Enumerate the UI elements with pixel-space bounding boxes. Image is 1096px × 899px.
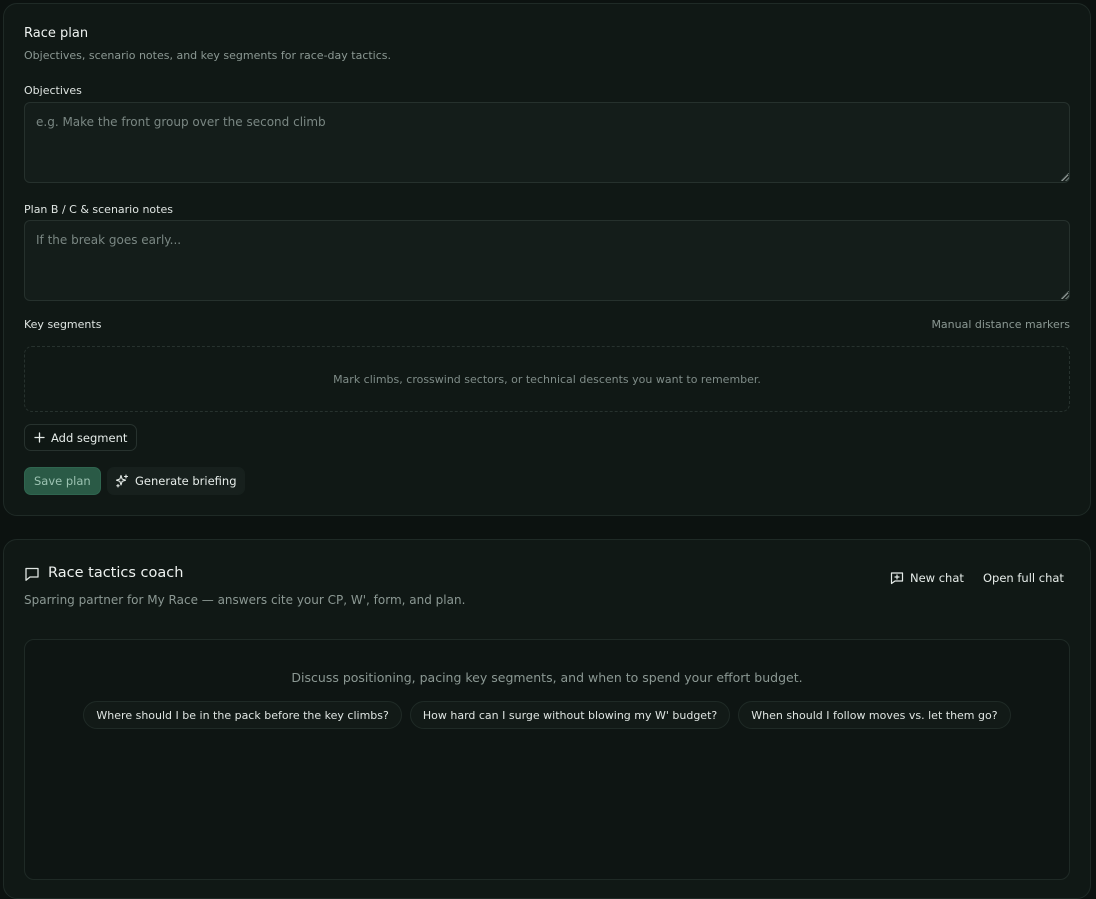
objectives-input[interactable]	[24, 102, 1070, 183]
open-full-chat-button[interactable]: Open full chat	[983, 569, 1064, 587]
sparkles-icon	[115, 474, 129, 488]
objectives-label: Objectives	[24, 84, 82, 97]
new-chat-button[interactable]: New chat	[890, 569, 964, 587]
manual-distance-markers-note: Manual distance markers	[931, 318, 1070, 331]
chat-hint: Discuss positioning, pacing key segments…	[291, 670, 803, 685]
add-segment-label: Add segment	[51, 430, 128, 445]
generate-briefing-label: Generate briefing	[135, 474, 237, 488]
suggestion-chip[interactable]: When should I follow moves vs. let them …	[738, 701, 1011, 729]
new-chat-label: New chat	[910, 571, 964, 585]
open-full-chat-label: Open full chat	[983, 571, 1064, 585]
save-plan-label: Save plan	[34, 474, 91, 488]
race-plan-card: Race plan Objectives, scenario notes, an…	[3, 3, 1091, 516]
save-plan-button[interactable]: Save plan	[24, 467, 101, 495]
chat-panel: Discuss positioning, pacing key segments…	[24, 639, 1070, 880]
suggestion-chip[interactable]: How hard can I surge without blowing my …	[409, 701, 731, 729]
race-tactics-coach-card: Race tactics coach Sparring partner for …	[3, 539, 1091, 899]
plus-icon	[34, 432, 45, 443]
suggestion-chips: Where should I be in the pack before the…	[25, 701, 1069, 729]
race-plan-title: Race plan	[24, 26, 89, 41]
generate-briefing-button[interactable]: Generate briefing	[107, 467, 245, 495]
message-plus-icon	[890, 571, 904, 585]
coach-subtitle: Sparring partner for My Race — answers c…	[24, 593, 466, 607]
scenario-notes-input[interactable]	[24, 220, 1070, 301]
scenario-notes-label: Plan B / C & scenario notes	[24, 203, 173, 216]
suggestion-chip[interactable]: Where should I be in the pack before the…	[83, 701, 402, 729]
add-segment-button[interactable]: Add segment	[24, 424, 138, 451]
race-plan-subtitle: Objectives, scenario notes, and key segm…	[24, 49, 392, 62]
key-segments-empty-state: Mark climbs, crosswind sectors, or techn…	[24, 346, 1070, 412]
chat-bubble-icon	[24, 566, 40, 582]
key-segments-label: Key segments	[24, 318, 102, 331]
key-segments-empty-text: Mark climbs, crosswind sectors, or techn…	[333, 372, 761, 386]
coach-title: Race tactics coach	[48, 565, 184, 581]
